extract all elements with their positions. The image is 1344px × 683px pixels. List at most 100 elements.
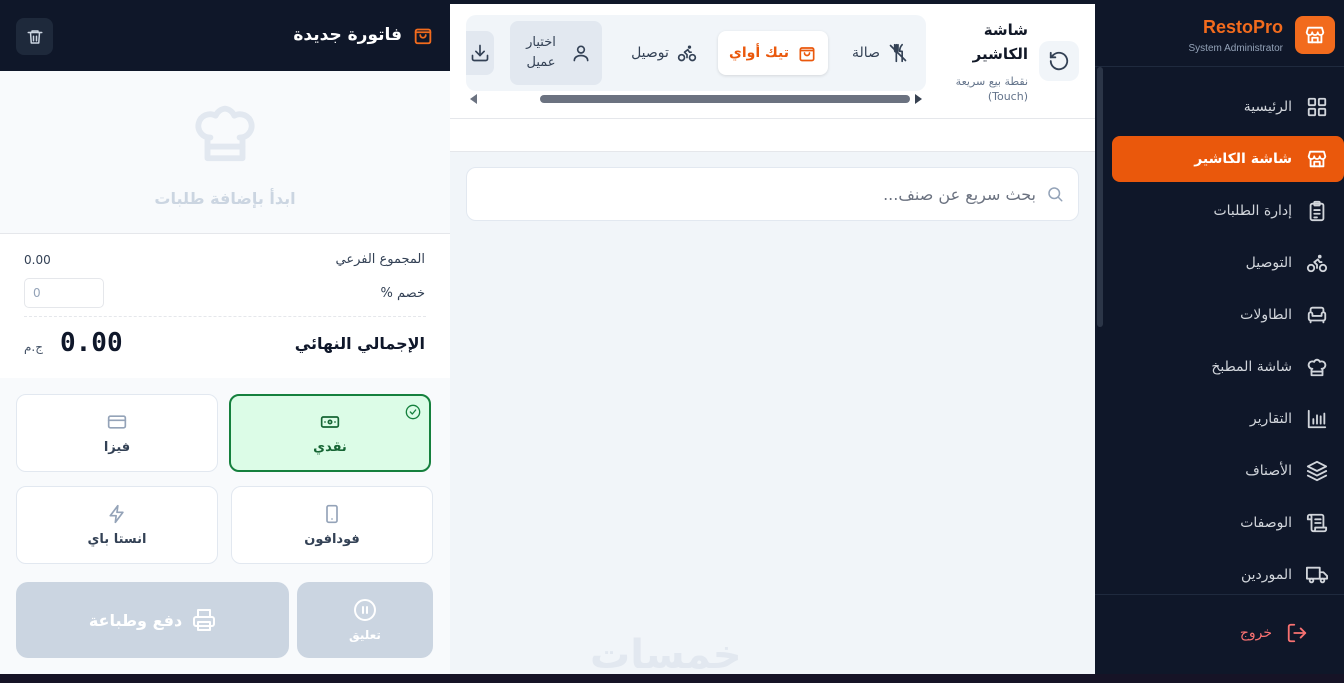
- payment-cash-label: نقدي: [313, 439, 347, 455]
- pay-and-print-button[interactable]: دفع وطباعة: [16, 582, 289, 658]
- credit-card-icon: [107, 414, 127, 429]
- payment-visa-label: فيزا: [103, 439, 131, 455]
- sidebar-item-label: التقارير: [1249, 411, 1292, 427]
- select-customer-label: اختيار عميل: [526, 35, 556, 70]
- banknote-icon: [320, 415, 340, 428]
- invoice-empty-state: ابدأ بإضافة طلبات: [0, 71, 450, 234]
- sidebar-scrollbar[interactable]: [1097, 67, 1103, 327]
- sidebar-item-home[interactable]: الرئيسية: [1112, 84, 1344, 130]
- utensils-off-icon: [889, 43, 907, 63]
- pos-main-area: شاشة الكاشير نقطة بيع سريعة (Touch) صالة…: [450, 4, 1101, 678]
- watermark-text: خمسات: [590, 632, 742, 678]
- sidebar-item-cashier[interactable]: شاشة الكاشير: [1112, 136, 1344, 182]
- chef-hat-icon: [1307, 358, 1327, 377]
- invoice-title: فاتورة جديدة: [293, 25, 402, 45]
- sidebar-item-label: الموردين: [1240, 567, 1292, 583]
- scrollbar-thumb[interactable]: [540, 95, 910, 103]
- currency-label: ج.م: [24, 340, 43, 354]
- scroll-left-arrow-icon[interactable]: [470, 94, 477, 104]
- screen-title: شاشة الكاشير: [972, 21, 1028, 63]
- sidebar-item-label: إدارة الطلبات: [1213, 203, 1292, 219]
- logout-label: خروج: [1239, 625, 1272, 641]
- sidebar-item-items[interactable]: الأصناف: [1112, 448, 1344, 494]
- printer-icon: [193, 609, 216, 631]
- check-circle-icon: [405, 404, 421, 420]
- zap-icon: [109, 504, 124, 523]
- logout-button[interactable]: خروج: [1240, 622, 1308, 644]
- dashboard-icon: [1307, 97, 1327, 117]
- sidebar-item-reports[interactable]: التقارير: [1112, 396, 1344, 442]
- store-icon: [1305, 26, 1325, 44]
- clipboard-icon: [1309, 200, 1325, 222]
- sidebar-item-label: الأصناف: [1245, 463, 1292, 479]
- sidebar-item-kitchen[interactable]: شاشة المطبخ: [1112, 344, 1344, 390]
- taskbar-strip: [0, 674, 1344, 683]
- refresh-button[interactable]: [1039, 41, 1079, 81]
- clear-invoice-button[interactable]: [16, 18, 53, 55]
- sidebar-item-label: الرئيسية: [1243, 99, 1292, 115]
- item-search-box[interactable]: [466, 167, 1079, 221]
- pos-topbar: شاشة الكاشير نقطة بيع سريعة (Touch) صالة…: [450, 4, 1095, 118]
- brand-subtitle: System Administrator: [1188, 43, 1283, 54]
- tab-delivery[interactable]: توصيل: [618, 31, 710, 75]
- brand-logo: [1295, 16, 1335, 54]
- scroll-right-arrow-icon[interactable]: [915, 94, 922, 104]
- sidebar-item-recipes[interactable]: الوصفات: [1112, 500, 1344, 546]
- invoice-header: فاتورة جديدة: [0, 4, 450, 71]
- brand-name: RestoPro: [1202, 17, 1283, 37]
- sidebar-item-label: شاشة الكاشير: [1194, 151, 1292, 167]
- download-button[interactable]: [466, 31, 494, 75]
- tabs-horizontal-scrollbar[interactable]: [466, 93, 926, 105]
- download-icon: [471, 44, 489, 62]
- tab-dine-in[interactable]: صالة: [838, 31, 922, 75]
- payment-vodafone-label: فودافون: [304, 531, 360, 547]
- pay-and-print-label: دفع وطباعة: [88, 610, 183, 630]
- rotate-ccw-icon: [1049, 51, 1069, 71]
- suspend-label: تعليق: [349, 628, 381, 642]
- shopping-bag-icon: [799, 47, 815, 62]
- chef-hat-icon: [195, 105, 255, 162]
- trash-icon: [27, 29, 42, 44]
- brand-header: RestoPro System Administrator: [1095, 0, 1344, 67]
- sidebar-item-orders[interactable]: إدارة الطلبات: [1112, 188, 1344, 234]
- sidebar-item-suppliers[interactable]: الموردين: [1112, 552, 1344, 598]
- subtotal-label: المجموع الفرعي: [335, 252, 425, 267]
- item-search-input[interactable]: [516, 184, 1036, 204]
- user-icon: [573, 45, 589, 62]
- tab-takeaway-label: تيك أواي: [728, 45, 789, 61]
- category-bar: [450, 118, 1095, 152]
- search-icon: [1048, 187, 1063, 202]
- shopping-bag-icon: [414, 28, 432, 45]
- discount-label: % خصم: [380, 286, 425, 301]
- sidebar-item-label: الوصفات: [1240, 515, 1292, 531]
- payment-instapay-button[interactable]: انستا باي: [16, 486, 218, 564]
- store-icon: [1307, 150, 1327, 168]
- sidebar-item-delivery[interactable]: التوصيل: [1112, 240, 1344, 286]
- tab-takeaway[interactable]: تيك أواي: [718, 31, 828, 75]
- sidebar-item-label: الطاولات: [1240, 307, 1292, 323]
- tab-delivery-label: توصيل: [631, 45, 669, 61]
- truck-icon: [1306, 566, 1328, 584]
- invoice-panel: فاتورة جديدة ابدأ بإضافة طلبات المجموع ا…: [0, 4, 450, 674]
- sidebar-item-tables[interactable]: الطاولات: [1112, 292, 1344, 338]
- armchair-icon: [1307, 306, 1327, 324]
- bicycle-icon: [677, 45, 697, 62]
- invoice-title-group: فاتورة جديدة: [293, 24, 434, 46]
- discount-input[interactable]: 0: [24, 278, 104, 308]
- sidebar-divider: [1095, 594, 1344, 595]
- total-value: 0.00: [60, 328, 123, 358]
- suspend-button[interactable]: تعليق: [297, 582, 433, 658]
- empty-cart-text: ابدأ بإضافة طلبات: [154, 189, 296, 208]
- select-customer-button[interactable]: اختيار عميل: [510, 21, 602, 85]
- payment-vodafone-button[interactable]: فودافون: [231, 486, 433, 564]
- payment-instapay-label: انستا باي: [87, 531, 147, 547]
- payment-cash-button[interactable]: نقدي: [229, 394, 431, 472]
- screen-subtitle: نقطة بيع سريعة (Touch): [955, 75, 1028, 103]
- sidebar-item-label: التوصيل: [1245, 255, 1292, 271]
- summary-divider: [24, 316, 426, 317]
- total-label: الإجمالي النهائي: [294, 334, 425, 353]
- logout-icon: [1287, 623, 1307, 643]
- payment-visa-button[interactable]: فيزا: [16, 394, 218, 472]
- layers-icon: [1306, 460, 1328, 482]
- bar-chart-icon: [1307, 409, 1327, 429]
